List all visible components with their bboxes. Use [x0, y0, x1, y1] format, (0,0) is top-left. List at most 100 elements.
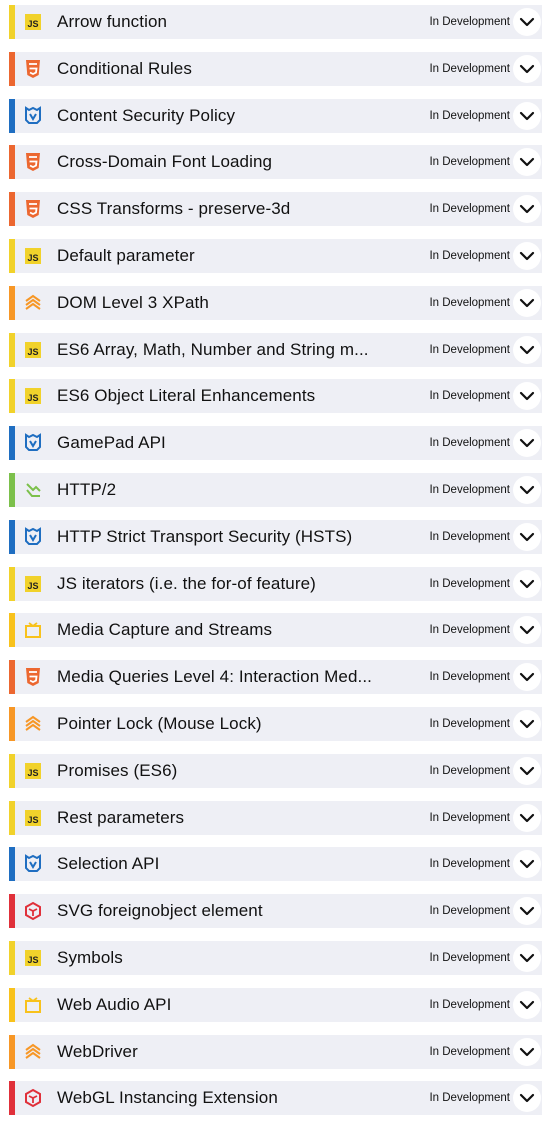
chevron-down-icon[interactable]: [513, 1038, 541, 1066]
chevron-down-icon[interactable]: [513, 804, 541, 832]
status-label: In Development: [429, 1092, 510, 1104]
js-icon: JS: [24, 340, 42, 360]
feature-name: HTTP Strict Transport Security (HSTS): [57, 527, 353, 546]
svg-text:JS: JS: [27, 815, 38, 825]
category-accent-bar: [9, 660, 15, 694]
chevron-down-icon[interactable]: [513, 757, 541, 785]
status-label: In Development: [429, 624, 510, 636]
chevron-down-icon[interactable]: [513, 8, 541, 36]
svg-text:JS: JS: [27, 347, 38, 357]
html5-shield-icon: [24, 152, 42, 172]
chevron-down-icon[interactable]: [513, 944, 541, 972]
chevron-down-icon[interactable]: [513, 102, 541, 130]
chevron-down-icon[interactable]: [513, 710, 541, 738]
category-accent-bar: [9, 473, 15, 507]
feature-row[interactable]: Media Queries Level 4: Interaction Med..…: [9, 660, 542, 694]
feature-row[interactable]: Web Audio API In Development: [9, 988, 542, 1022]
feature-row[interactable]: JS Symbols In Development: [9, 941, 542, 975]
feature-row[interactable]: JS ES6 Array, Math, Number and String m..…: [9, 333, 542, 367]
feature-name: ES6 Object Literal Enhancements: [57, 386, 316, 405]
feature-row[interactable]: Conditional Rules In Development: [9, 52, 542, 86]
feature-row[interactable]: HTTP/2 In Development: [9, 473, 542, 507]
feature-name: Selection API: [57, 854, 160, 873]
feature-row[interactable]: CSS Transforms - preserve-3d In Developme…: [9, 192, 542, 226]
feature-row[interactable]: JS Rest parameters In Development: [9, 801, 542, 835]
status-label: In Development: [429, 671, 510, 683]
status-label: In Development: [429, 952, 510, 964]
chevron-down-icon[interactable]: [513, 148, 541, 176]
category-accent-bar: [9, 707, 15, 741]
chevron-down-icon[interactable]: [513, 616, 541, 644]
feature-row[interactable]: Media Capture and Streams In Development: [9, 613, 542, 647]
feature-row[interactable]: HTTP Strict Transport Security (HSTS) In …: [9, 520, 542, 554]
status-label: In Development: [429, 1046, 510, 1058]
svg-text:JS: JS: [27, 393, 38, 403]
category-accent-bar: [9, 333, 15, 367]
feature-name: Web Audio API: [57, 995, 172, 1014]
svg-text:JS: JS: [27, 768, 38, 778]
feature-name: HTTP/2: [57, 480, 117, 499]
status-label: In Development: [429, 390, 510, 402]
chevron-down-icon[interactable]: [513, 55, 541, 83]
network-icon: [24, 480, 42, 500]
chevron-down-icon[interactable]: [513, 476, 541, 504]
feature-row[interactable]: Cross-Domain Font Loading In Development: [9, 145, 542, 179]
feature-row[interactable]: WebDriver In Development: [9, 1035, 542, 1069]
category-accent-bar: [9, 379, 15, 413]
category-accent-bar: [9, 801, 15, 835]
chevron-down-icon[interactable]: [513, 663, 541, 691]
status-label: In Development: [429, 812, 510, 824]
js-icon: JS: [24, 761, 42, 781]
feature-row[interactable]: Pointer Lock (Mouse Lock) In Development: [9, 707, 542, 741]
chevron-down-icon[interactable]: [513, 991, 541, 1019]
status-label: In Development: [429, 905, 510, 917]
feature-row[interactable]: Selection API In Development: [9, 847, 542, 881]
status-label: In Development: [429, 437, 510, 449]
shield-lock-icon: [24, 527, 42, 547]
media-frame-icon: [24, 995, 42, 1015]
status-label: In Development: [429, 63, 510, 75]
feature-row[interactable]: JS ES6 Object Literal Enhancements In Deve…: [9, 379, 542, 413]
category-accent-bar: [9, 894, 15, 928]
feature-name: JS iterators (i.e. the for-of feature): [57, 574, 316, 593]
chevron-down-icon[interactable]: [513, 195, 541, 223]
feature-row[interactable]: WebGL Instancing Extension In Development: [9, 1081, 542, 1115]
category-accent-bar: [9, 567, 15, 601]
feature-name: Symbols: [57, 948, 123, 967]
chevron-down-icon[interactable]: [513, 1084, 541, 1112]
html5-shield-icon: [24, 199, 42, 219]
chevron-down-icon[interactable]: [513, 897, 541, 925]
status-label: In Development: [429, 250, 510, 262]
feature-row[interactable]: JS Promises (ES6) In Development: [9, 754, 542, 788]
feature-name: DOM Level 3 XPath: [57, 293, 209, 312]
chevron-down-icon[interactable]: [513, 523, 541, 551]
js-icon: JS: [24, 574, 42, 594]
shield-lock-icon: [24, 433, 42, 453]
category-accent-bar: [9, 192, 15, 226]
feature-row[interactable]: SVG foreignobject element In Development: [9, 894, 542, 928]
svg-text:JS: JS: [27, 955, 38, 965]
chevron-down-icon[interactable]: [513, 242, 541, 270]
svg-cube-icon: [24, 901, 42, 921]
feature-row[interactable]: JS Default parameter In Development: [9, 239, 542, 273]
chevron-down-icon[interactable]: [513, 570, 541, 598]
status-label: In Development: [429, 765, 510, 777]
layers-icon: [24, 714, 42, 734]
chevron-down-icon[interactable]: [513, 850, 541, 878]
feature-name: Media Capture and Streams: [57, 620, 273, 639]
chevron-down-icon[interactable]: [513, 382, 541, 410]
feature-list: JS Arrow function In Development Conditiona…: [0, 0, 550, 1126]
status-label: In Development: [429, 858, 510, 870]
chevron-down-icon[interactable]: [513, 336, 541, 364]
feature-row[interactable]: DOM Level 3 XPath In Development: [9, 286, 542, 320]
chevron-down-icon[interactable]: [513, 429, 541, 457]
feature-name: WebGL Instancing Extension: [57, 1088, 278, 1107]
feature-row[interactable]: JS Arrow function In Development: [9, 5, 542, 39]
chevron-down-icon[interactable]: [513, 289, 541, 317]
category-accent-bar: [9, 1035, 15, 1069]
feature-row[interactable]: Content Security Policy In Development: [9, 99, 542, 133]
feature-name: CSS Transforms - preserve-3d: [57, 199, 291, 218]
svg-text:JS: JS: [27, 581, 38, 591]
feature-row[interactable]: JS JS iterators (i.e. the for-of feature)…: [9, 567, 542, 601]
feature-row[interactable]: GamePad API In Development: [9, 426, 542, 460]
